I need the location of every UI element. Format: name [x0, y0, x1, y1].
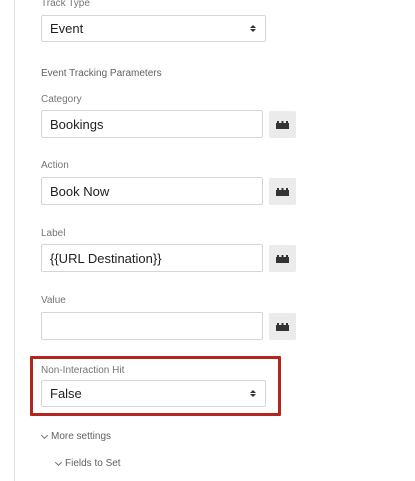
- value-input[interactable]: [41, 312, 263, 340]
- variable-block-icon: [276, 120, 289, 129]
- label-field-label: Label: [41, 228, 66, 239]
- up-down-arrows-icon: [249, 25, 257, 32]
- action-value: Book Now: [50, 183, 110, 199]
- label-input[interactable]: {{URL Destination}}: [41, 244, 263, 272]
- fields-to-set-toggle[interactable]: Fields to Set: [54, 458, 121, 469]
- non-interaction-hit-value: False: [50, 386, 82, 401]
- value-variable-button[interactable]: [269, 313, 296, 340]
- up-down-arrows-icon: [249, 390, 257, 397]
- track-type-label: Track Type: [41, 0, 90, 9]
- category-value: Bookings: [50, 116, 104, 132]
- non-interaction-hit-select[interactable]: False: [41, 380, 266, 407]
- non-interaction-hit-label: Non-Interaction Hit: [41, 365, 125, 376]
- chevron-down-icon: [40, 431, 49, 439]
- value-field-label: Value: [41, 295, 66, 306]
- fields-to-set-label: Fields to Set: [65, 458, 121, 469]
- more-settings-toggle[interactable]: More settings: [40, 431, 112, 442]
- label-value: {{URL Destination}}: [50, 250, 162, 266]
- more-settings-label: More settings: [51, 431, 112, 442]
- variable-block-icon: [276, 322, 289, 331]
- action-variable-button[interactable]: [269, 178, 296, 205]
- track-type-select[interactable]: Event: [41, 15, 266, 42]
- category-variable-button[interactable]: [269, 111, 296, 138]
- action-label: Action: [41, 160, 69, 171]
- variable-block-icon: [276, 254, 289, 263]
- action-input[interactable]: Book Now: [41, 177, 263, 205]
- chevron-down-icon: [54, 458, 63, 466]
- category-label: Category: [41, 94, 82, 105]
- panel-left-border: [14, 0, 15, 481]
- label-variable-button[interactable]: [269, 245, 296, 272]
- category-input[interactable]: Bookings: [41, 110, 263, 138]
- track-type-value: Event: [50, 21, 84, 36]
- variable-block-icon: [276, 187, 289, 196]
- event-tracking-parameters-heading: Event Tracking Parameters: [41, 68, 162, 79]
